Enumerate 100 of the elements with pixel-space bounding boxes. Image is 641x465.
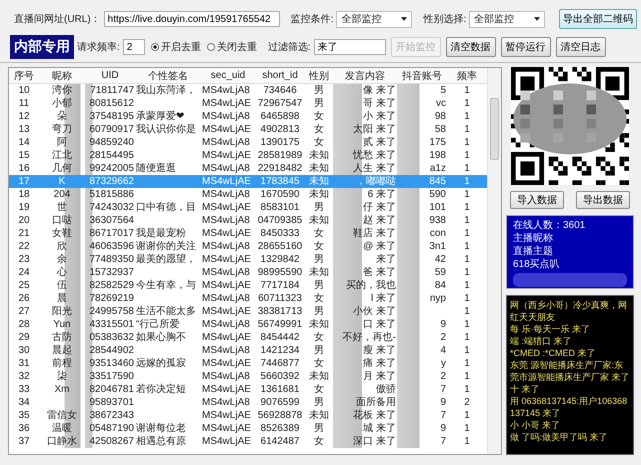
column-header[interactable]: 序号 — [9, 68, 39, 84]
table-cell: 湾你 — [39, 84, 85, 97]
table-cell: 938 — [397, 214, 447, 227]
filter-field[interactable]: 来了 — [314, 39, 386, 55]
table-cell: 月 来了 — [333, 370, 397, 383]
table-cell-text: 1421234 — [260, 344, 300, 357]
table-cell-text: 28655160 — [256, 240, 304, 253]
table-cell: 女 — [305, 292, 333, 305]
export-qr-button[interactable]: 导出全部二维码 — [559, 9, 637, 29]
table-cell-text: 7717184 — [260, 279, 300, 292]
table-cell-text: MS4wLjA8 — [201, 266, 251, 279]
column-header[interactable]: 抖音账号 — [397, 68, 447, 84]
table-cell-text: 56749991 — [256, 318, 304, 331]
action-button[interactable]: 清空数据 — [446, 37, 496, 57]
radio-icon[interactable] — [150, 43, 159, 51]
table-cell-text: MS4wLjAE — [201, 331, 252, 344]
table-cell: 未知 — [305, 266, 333, 279]
table-cell: 28544902 — [85, 344, 135, 357]
table-cell-text: 11 — [18, 97, 30, 110]
info-text: 在线人数：3601 — [513, 219, 586, 232]
caret-icon — [401, 17, 408, 21]
table-cell-text: 34 — [17, 396, 31, 409]
table-cell-text: 38381713 — [256, 305, 304, 318]
table-cell: 84 — [397, 279, 447, 292]
table-cell-text: 1 — [463, 305, 471, 318]
column-header[interactable]: UID — [85, 68, 135, 84]
table-cell: 1 — [447, 84, 487, 97]
table-cell-text: 35 — [17, 409, 31, 422]
table-cell: MS4wLjA8 — [201, 162, 255, 175]
action-button[interactable]: 清空日志 — [556, 37, 606, 57]
column-header[interactable]: 频率 — [447, 68, 487, 84]
action-button[interactable]: 暂停运行 — [500, 37, 551, 57]
table-cell-text: 1 — [463, 344, 471, 357]
radio-option[interactable]: 关闭去重 — [206, 40, 257, 54]
column-header[interactable]: 发言内容 — [333, 68, 397, 84]
table-cell-text: MS4wLjAE — [201, 279, 252, 292]
table-cell-text: 最美的愿望， — [135, 253, 197, 266]
table-cell-text: 口中有德，目 — [135, 201, 197, 214]
table-cell: 男 — [305, 422, 333, 435]
table-cell-text: 1 — [463, 136, 471, 149]
table-cell: MS4wLjA8 — [201, 84, 255, 97]
table-cell: 男 — [305, 396, 333, 409]
table-cell-text: 1 — [463, 97, 471, 110]
table-cell: 36307564 — [85, 214, 135, 227]
condition-dropdown[interactable]: 全部监控 — [336, 10, 412, 28]
table-cell-text: 1 — [463, 123, 471, 136]
table-cell: 58 — [397, 123, 447, 136]
table-cell: 女 — [305, 136, 333, 149]
table-cell: 女 — [305, 240, 333, 253]
column-header[interactable]: sec_uid — [201, 68, 255, 84]
table-cell: 女 — [305, 357, 333, 370]
column-header[interactable]: 昵称 — [39, 68, 85, 84]
column-header[interactable]: 性别 — [305, 68, 333, 84]
log-text: 用 06368137145:用户106368137145 来了 — [510, 395, 628, 419]
table-cell-text: MS4wLjAE — [201, 149, 252, 162]
export-button[interactable]: 导出数据 — [576, 191, 630, 209]
url-field[interactable]: https://live.douyin.com/19591765542 — [104, 11, 280, 27]
radio-option[interactable]: 开启去重 — [150, 40, 201, 54]
table-cell: 1 — [447, 188, 487, 201]
table-cell: 43315501 — [85, 318, 135, 331]
log-text: 网（西乡小哥）冷少真爽，网红天天朋友 — [510, 299, 628, 323]
table-cell: 贰 来了 — [333, 136, 397, 149]
table-cell-text: 12 — [17, 110, 31, 123]
gender-dropdown[interactable]: 全部监控 — [469, 10, 546, 28]
table-cell: 哥 来了 — [333, 97, 397, 110]
frequency-field[interactable]: 2 — [122, 39, 145, 55]
table-cell: 男 — [305, 84, 333, 97]
table-cell: 4 — [397, 344, 447, 357]
table-cell: 男 — [305, 253, 333, 266]
caret-icon — [534, 17, 540, 21]
table-cell: 59 — [397, 266, 447, 279]
table-cell-text: 4902813 — [260, 123, 300, 136]
table-cell: 82582529 — [85, 279, 135, 292]
table-cell: 买的，我也 — [333, 279, 397, 292]
table-cell-text: MS4wLjA8 — [201, 240, 251, 253]
import-button[interactable]: 导入数据 — [510, 191, 564, 209]
table-cell-text: MS4wLjAE — [201, 123, 252, 136]
scrollbar[interactable] — [487, 68, 501, 454]
table-cell: 男 — [305, 279, 333, 292]
radio-icon[interactable] — [206, 43, 215, 51]
table-cell: 94859240 — [85, 136, 135, 149]
info-text: 主播昵称 — [513, 232, 554, 245]
column-header[interactable]: 个性签名 — [135, 68, 201, 84]
table-cell: 爸 来了 — [333, 266, 397, 279]
table-cell-text: 30 — [17, 344, 31, 357]
table-cell-text: 谢谢每位老 — [135, 422, 187, 435]
table-cell: 女 — [305, 331, 333, 344]
table-cell: 60790917 — [85, 123, 135, 136]
table-cell: 未知 — [305, 149, 333, 162]
log-text: 十 来了 — [510, 383, 541, 395]
log-text: 端 :端猎口 来了 — [510, 335, 573, 347]
table-cell: 鞋店 来了 — [333, 227, 397, 240]
table-cell: 9 — [397, 422, 447, 435]
table-cell-text: 15 — [17, 149, 31, 162]
table-cell-text: 远嫁的孤寂 — [135, 357, 187, 370]
table-cell-text: 1 — [463, 409, 471, 422]
column-header[interactable]: short_id — [255, 68, 305, 84]
table-cell: 面所备用 — [333, 396, 397, 409]
table-cell-text: 33 — [17, 383, 31, 396]
gender-label: 性别选择: — [423, 12, 466, 26]
